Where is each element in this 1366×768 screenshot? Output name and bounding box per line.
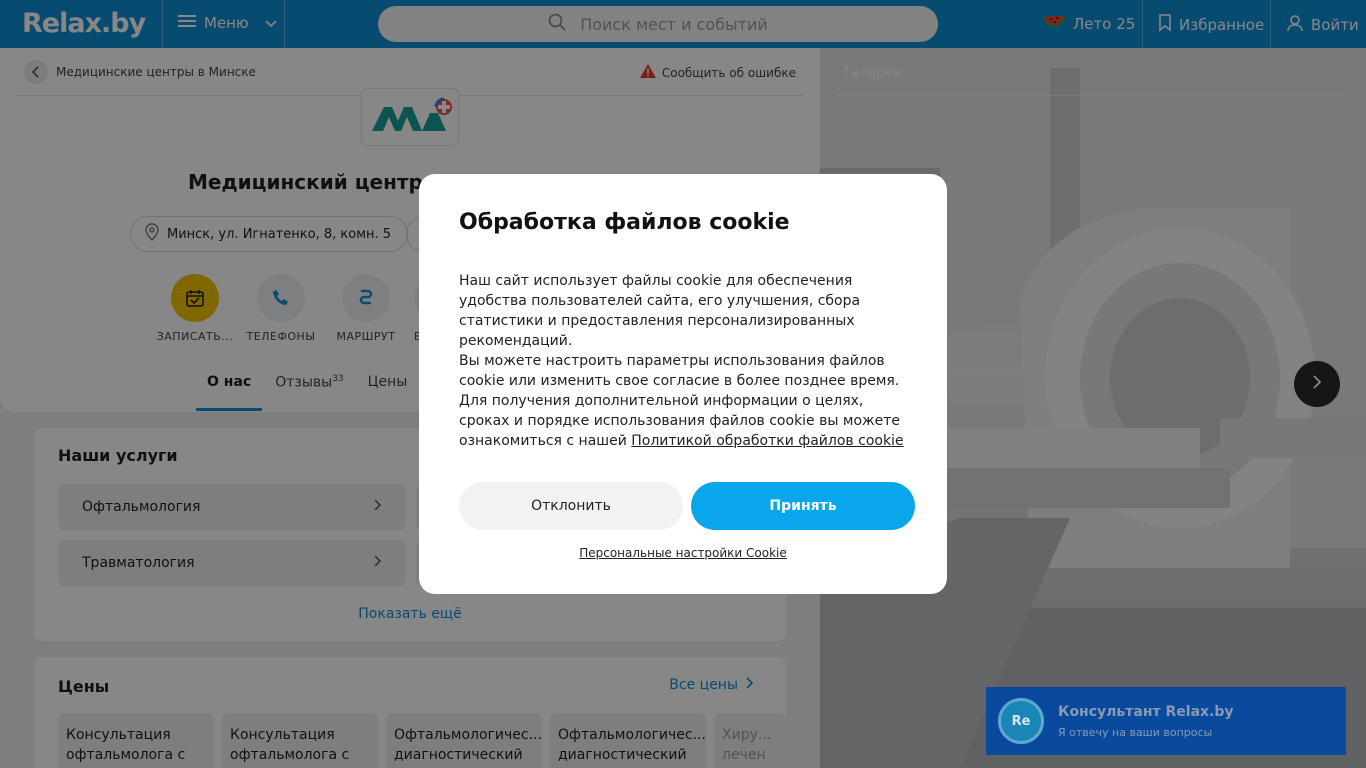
accept-button[interactable]: Принять bbox=[691, 482, 915, 530]
chat-subtitle: Я отвечу на ваши вопросы bbox=[1058, 725, 1213, 739]
cookie-policy-link[interactable]: Политикой обработки файлов cookie bbox=[631, 433, 903, 449]
personal-settings-link[interactable]: Персональные настройки Cookie bbox=[419, 546, 947, 560]
decline-button[interactable]: Отклонить bbox=[459, 482, 683, 530]
chat-avatar: Re bbox=[998, 698, 1044, 744]
chat-text: Консультант Relax.by Я отвечу на ваши во… bbox=[1058, 704, 1234, 739]
cookie-paragraph-2: Вы можете настроить параметры использова… bbox=[459, 351, 911, 451]
cookie-dialog: Обработка файлов cookie Наш сайт использ… bbox=[419, 174, 947, 594]
chat-title: Консультант Relax.by bbox=[1058, 703, 1234, 720]
cookie-title: Обработка файлов cookie bbox=[459, 210, 790, 235]
chat-widget[interactable]: Re Консультант Relax.by Я отвечу на ваши… bbox=[986, 687, 1346, 755]
cookie-paragraph-1: Наш сайт использует файлы cookie для обе… bbox=[459, 273, 861, 349]
